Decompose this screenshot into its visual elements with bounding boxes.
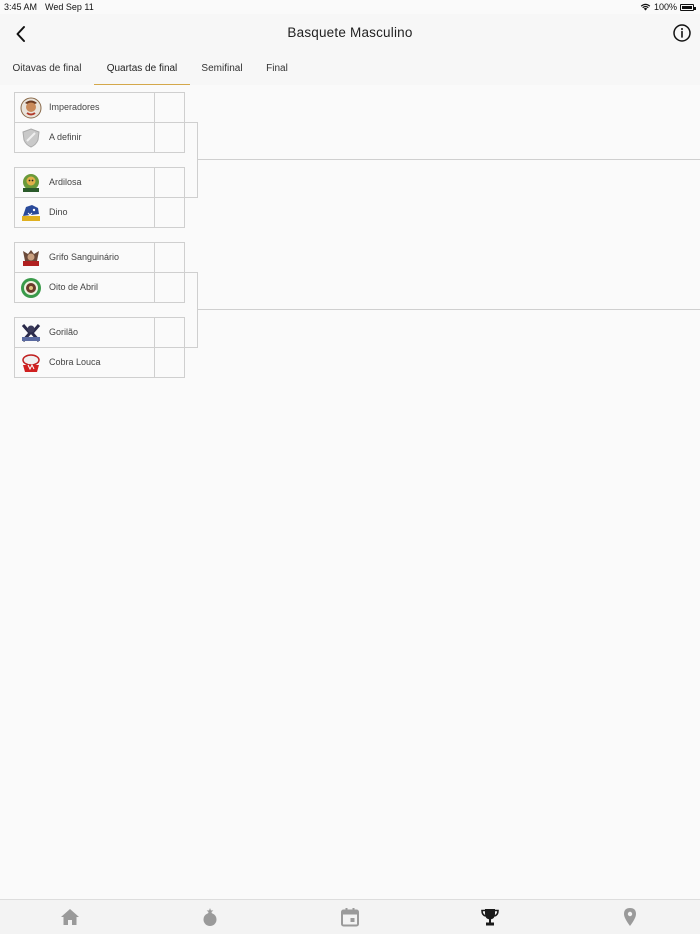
tab-final[interactable]: Final <box>254 54 300 85</box>
tab-semifinal[interactable]: Semifinal <box>190 54 254 85</box>
team-logo-oito-de-abril <box>21 278 41 298</box>
team-score <box>154 272 184 303</box>
team-logo-cobra-louca <box>22 354 40 372</box>
calendar-icon[interactable] <box>339 907 361 927</box>
team-name: Imperadores <box>49 102 100 112</box>
team-score <box>154 317 184 348</box>
team-row[interactable]: Dino <box>14 197 185 228</box>
team-row[interactable]: A definir <box>14 122 185 153</box>
team-score <box>154 122 184 153</box>
home-icon[interactable] <box>59 907 81 927</box>
info-circle-icon[interactable] <box>672 23 692 43</box>
team-score <box>154 167 184 198</box>
round-tabs: Oitavas de final Quartas de final Semifi… <box>0 54 700 85</box>
team-name: Grifo Sanguinário <box>49 252 120 262</box>
status-time: 3:45 AM <box>4 2 38 12</box>
team-name: Cobra Louca <box>49 357 101 367</box>
tab-oitavas-de-final[interactable]: Oitavas de final <box>0 54 94 85</box>
team-row[interactable]: Cobra Louca <box>14 347 185 378</box>
team-score <box>154 347 184 378</box>
team-name: Dino <box>49 207 68 217</box>
trophy-icon[interactable] <box>479 907 501 927</box>
wifi-icon <box>640 3 651 11</box>
bracket-connector <box>185 197 198 198</box>
status-date: Wed Sep 11 <box>45 2 94 12</box>
team-score <box>154 242 184 273</box>
team-row[interactable]: Grifo Sanguinário <box>14 242 185 273</box>
medal-icon[interactable] <box>199 907 221 927</box>
team-logo-imperadores <box>20 97 42 119</box>
bracket-connector <box>185 347 198 348</box>
team-logo-ardilosa <box>23 174 39 192</box>
page-title: Basquete Masculino <box>287 25 413 40</box>
team-row[interactable]: Ardilosa <box>14 167 185 198</box>
bottom-tab-bar <box>0 899 700 934</box>
battery-icon <box>680 3 696 11</box>
team-name: A definir <box>49 132 82 142</box>
team-score <box>154 92 184 123</box>
team-logo-dino <box>22 205 40 221</box>
team-score <box>154 197 184 228</box>
bracket-connector <box>197 159 700 160</box>
location-pin-icon[interactable] <box>619 907 641 927</box>
team-row[interactable]: Oito de Abril <box>14 272 185 303</box>
navigation-bar: Basquete Masculino <box>0 14 700 54</box>
team-logo-gorilao <box>21 324 41 342</box>
bracket-connector <box>197 309 700 310</box>
bracket: Imperadores A definir Ardilosa Dino Grif… <box>0 85 700 485</box>
team-logo-grifo-sanguinario <box>23 250 39 266</box>
team-row[interactable]: Gorilão <box>14 317 185 348</box>
tab-quartas-de-final[interactable]: Quartas de final <box>94 54 190 85</box>
shield-placeholder-icon <box>22 128 40 148</box>
team-name: Ardilosa <box>49 177 82 187</box>
team-name: Oito de Abril <box>49 282 99 292</box>
team-row[interactable]: Imperadores <box>14 92 185 123</box>
team-name: Gorilão <box>49 327 79 337</box>
status-bar: 3:45 AM Wed Sep 11 100% <box>0 0 700 14</box>
battery-percent: 100% <box>653 2 677 12</box>
status-right: 100% <box>640 2 696 12</box>
